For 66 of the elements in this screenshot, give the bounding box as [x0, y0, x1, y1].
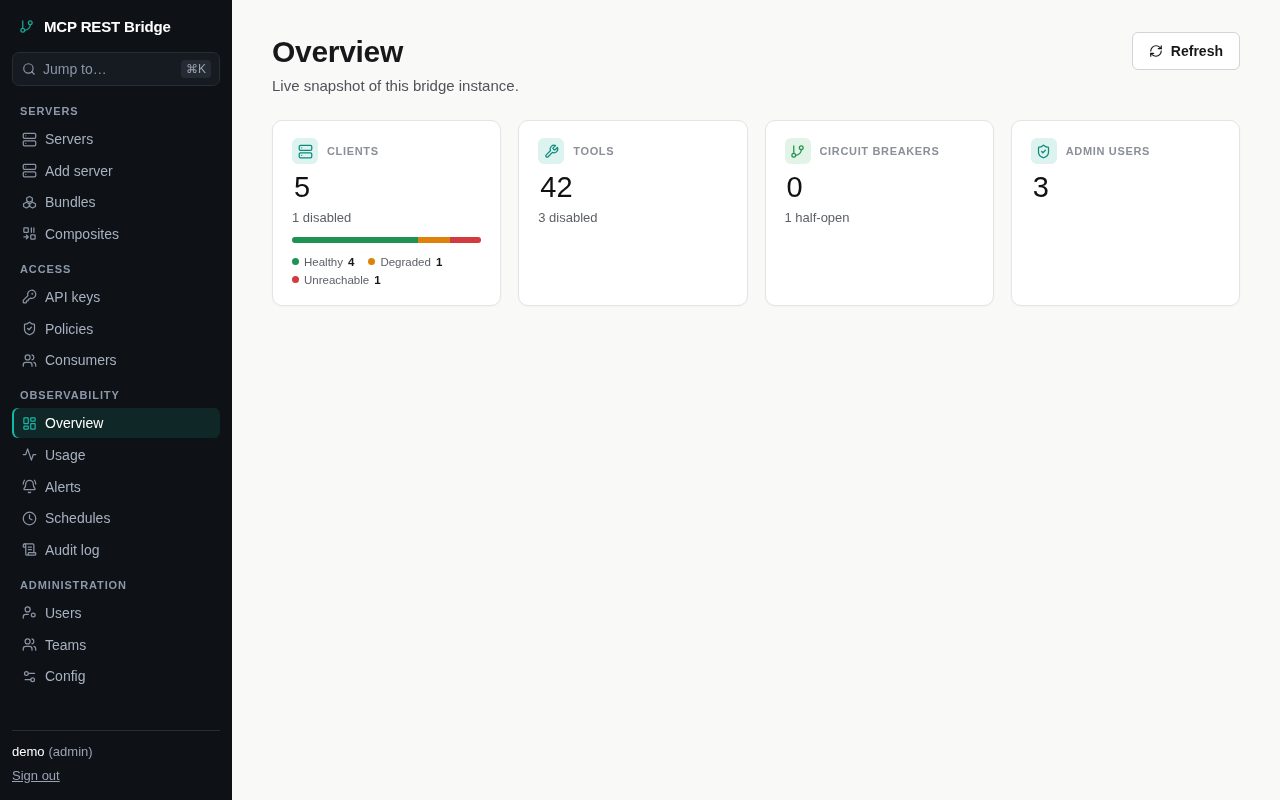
section-heading: ACCESS: [20, 261, 72, 276]
nav-item[interactable]: Composites: [12, 218, 220, 249]
stat-note: 3 disabled: [538, 209, 598, 227]
refresh-icon: [1148, 44, 1163, 58]
stat-label: CIRCUIT BREAKERS: [819, 145, 940, 157]
nav-item[interactable]: Audit log: [12, 534, 220, 565]
nav-item[interactable]: Users: [12, 597, 220, 628]
dashboard-icon: [22, 415, 37, 431]
user-role: (admin): [48, 743, 93, 761]
server-icon: [292, 138, 318, 164]
branch-icon: [784, 138, 811, 164]
clock-icon: [22, 510, 37, 526]
shield-check-icon: [22, 321, 37, 337]
users-icon: [22, 352, 37, 368]
nav-item[interactable]: API keys: [12, 281, 220, 312]
legend-count: 1: [374, 273, 381, 288]
stat-label: TOOLS: [573, 145, 615, 157]
legend-label: Unreachable: [304, 273, 370, 288]
stat-value: 0: [785, 170, 803, 204]
legend-label: Degraded: [380, 255, 431, 270]
nav-item[interactable]: Alerts: [12, 471, 220, 502]
sign-out-link[interactable]: Sign out: [12, 767, 60, 785]
nav-item[interactable]: Consumers: [12, 345, 220, 376]
nav-item[interactable]: Bundles: [12, 187, 220, 218]
stat-value: 3: [1031, 170, 1049, 204]
server-icon: [22, 131, 37, 147]
shield-check-icon: [1030, 138, 1057, 164]
nav-item[interactable]: Add server: [12, 155, 220, 186]
bell-icon: [22, 479, 37, 495]
nav-item[interactable]: Usage: [12, 439, 220, 470]
keyboard-shortcut: ⌘K: [181, 60, 211, 78]
legend-count: 1: [435, 255, 443, 270]
stat-note: 1 half-open: [784, 209, 850, 227]
section-heading: ADMINISTRATION: [20, 577, 127, 592]
user-gear-icon: [22, 605, 37, 621]
nav-item[interactable]: Overview: [12, 408, 220, 439]
sliders-icon: [22, 668, 37, 684]
nav-item[interactable]: Servers: [12, 124, 220, 154]
boxes-icon: [22, 194, 37, 210]
page-subtitle: Live snapshot of this bridge instance.: [272, 76, 519, 96]
brand-name: MCP REST Bridge: [44, 17, 171, 35]
nav-item[interactable]: Policies: [12, 313, 220, 344]
wrench-icon: [538, 138, 565, 164]
stat-label: CLIENTS: [327, 145, 379, 157]
stat-value: 5: [293, 170, 311, 204]
key-icon: [22, 289, 37, 305]
user-name: demo: [12, 743, 45, 761]
grid-arrow-icon: [22, 226, 37, 242]
refresh-button[interactable]: Refresh: [1131, 32, 1240, 70]
stat-label: ADMIN USERS: [1065, 145, 1150, 157]
nav-item[interactable]: Schedules: [12, 503, 220, 534]
section-heading: OBSERVABILITY: [20, 388, 120, 403]
legend-count: 4: [348, 255, 355, 270]
legend-label: Healthy: [304, 255, 343, 270]
scroll-icon: [22, 542, 37, 558]
stat-value: 42: [539, 170, 573, 204]
server-icon: [22, 163, 37, 179]
nav-item[interactable]: Config: [12, 661, 220, 692]
search-icon: [22, 62, 36, 76]
page-title: Overview: [272, 34, 404, 70]
users-icon: [22, 637, 37, 653]
section-heading: SERVERS: [20, 104, 79, 118]
stat-note: 1 disabled: [292, 209, 352, 227]
pulse-icon: [22, 447, 37, 463]
branch-icon: [19, 18, 34, 34]
nav-item[interactable]: Teams: [12, 629, 220, 660]
